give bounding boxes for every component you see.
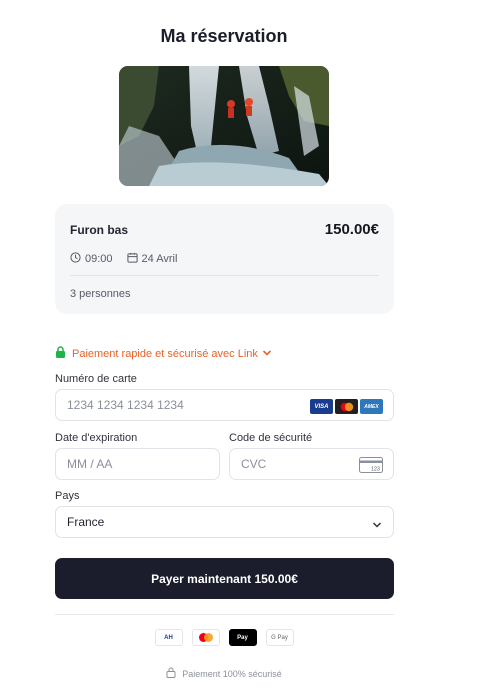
pay-now-button[interactable]: Payer maintenant 150.00€: [55, 558, 394, 599]
country-label: Pays: [55, 490, 80, 502]
secure-payment-text: Paiement 100% sécurisé: [182, 668, 282, 679]
cvc-label: Code de sécurité: [229, 432, 313, 444]
cvc-field[interactable]: 123: [229, 448, 394, 480]
clock-icon: [70, 252, 85, 266]
page-title: Ma réservation: [160, 26, 288, 46]
link-payment-label: Paiement rapide et sécurisé avec Link: [72, 347, 258, 360]
amex-icon: AMEX: [360, 399, 383, 414]
card-brands: VISA AMEX: [310, 399, 383, 414]
expiry-label: Date d'expiration: [55, 432, 138, 444]
chevron-down-icon: [262, 348, 272, 360]
expiry-input[interactable]: [67, 457, 208, 471]
card-number-label: Numéro de carte: [55, 373, 137, 385]
chevron-down-icon: [372, 518, 382, 532]
ah-pay-icon: AH: [154, 629, 183, 646]
activity-name: Furon bas: [70, 223, 129, 237]
secure-payment-note: Paiement 100% sécurisé: [0, 667, 448, 680]
summary-divider: [70, 275, 379, 276]
booking-people: 3 personnes: [70, 288, 131, 300]
footer-divider: [55, 614, 394, 615]
link-payment-toggle[interactable]: Paiement rapide et sécurisé avec Link: [55, 346, 272, 361]
cvc-card-icon: 123: [359, 457, 383, 476]
booking-time: 09:00: [85, 253, 113, 265]
calendar-icon: [126, 252, 142, 266]
booking-meta: 09:00 24 Avril: [70, 252, 177, 266]
apple-pay-icon: Pay: [228, 629, 257, 646]
lock-outline-icon: [166, 667, 182, 680]
country-select[interactable]: France: [55, 506, 394, 538]
activity-photo: [119, 66, 329, 186]
cvc-icon-text: 123: [371, 467, 380, 473]
google-pay-icon: G Pay: [265, 629, 294, 646]
mastercard-icon: [335, 399, 358, 414]
payment-methods: AH Pay G Pay: [0, 629, 448, 646]
visa-icon: VISA: [310, 399, 333, 414]
booking-summary-card: Furon bas 150.00€ 09:00 24 Avril 3 perso…: [55, 204, 394, 314]
card-number-field[interactable]: VISA AMEX: [55, 389, 394, 421]
booking-price: 150.00€: [324, 221, 379, 238]
country-value: France: [67, 515, 105, 529]
mastercard-method-icon: [191, 629, 220, 646]
booking-date: 24 Avril: [141, 253, 178, 265]
expiry-field[interactable]: [55, 448, 220, 480]
lock-icon: [55, 346, 66, 361]
